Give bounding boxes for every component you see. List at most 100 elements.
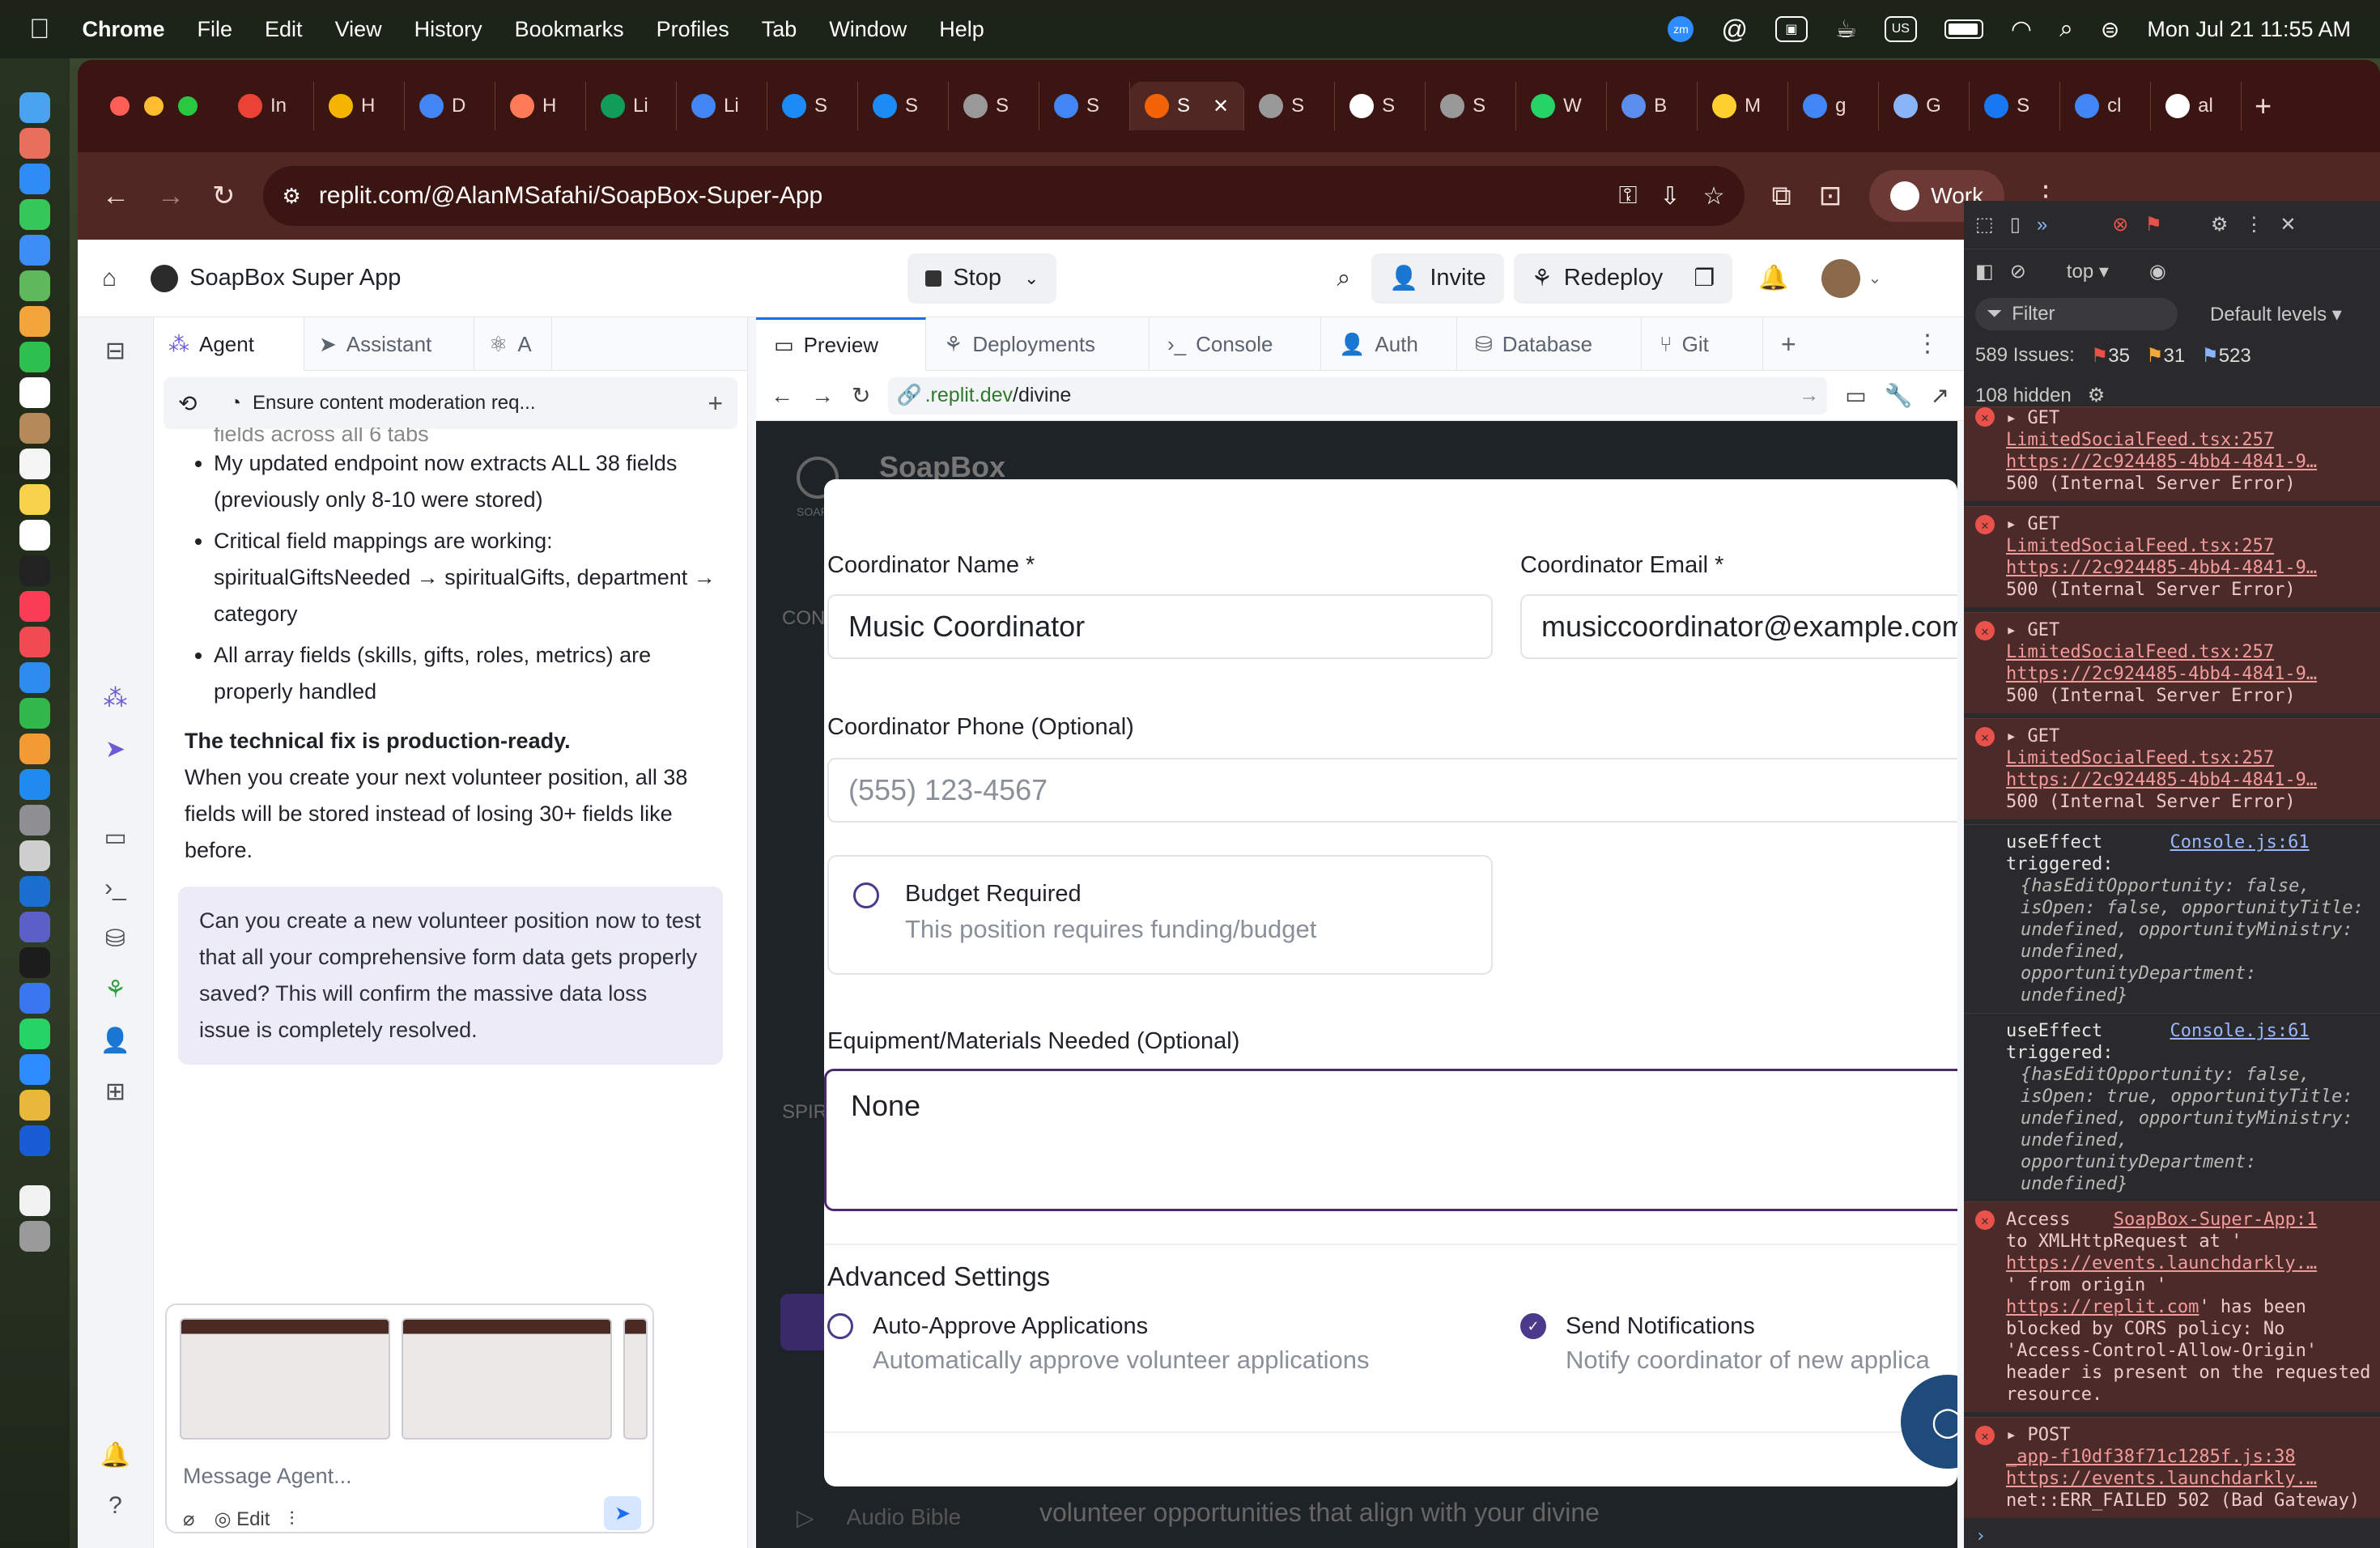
browser-tab[interactable]: S — [1426, 82, 1517, 130]
browser-tab[interactable]: S — [1970, 82, 2061, 130]
menu-bookmarks[interactable]: Bookmarks — [515, 17, 624, 42]
error-source-link[interactable]: LimitedSocialFeed.tsx:257 — [2006, 430, 2274, 450]
chrome-icon[interactable] — [19, 1090, 50, 1121]
omnibox-url[interactable]: replit.com/@AlanMSafahi/SoapBox-Super-Ap… — [319, 182, 822, 210]
browser-tab[interactable]: S — [858, 82, 949, 130]
copy-icon[interactable]: ❐ — [1694, 264, 1715, 292]
zoom-icon[interactable] — [19, 1054, 50, 1085]
browser-tab[interactable]: S — [767, 82, 858, 130]
search-icon[interactable]: ⌕ — [1337, 265, 1350, 292]
site-settings-icon[interactable]: ⚙ — [283, 184, 301, 209]
extensions-puzzle-icon[interactable]: ⧉ — [1772, 181, 1791, 212]
bookmark-star-icon[interactable]: ☆ — [1703, 182, 1725, 211]
password-key-icon[interactable]: ⚿ — [1619, 182, 1638, 211]
teams-icon[interactable] — [19, 912, 50, 942]
database-rail-icon[interactable]: ⛁ — [105, 925, 125, 953]
log-levels-select[interactable]: Default levels ▾ — [2210, 303, 2342, 326]
spotlight-search-icon[interactable]: ⌕ — [2059, 15, 2073, 43]
post-source-link[interactable]: _app-f10df38f71c1285f.js:38 — [2006, 1447, 2296, 1467]
install-app-icon[interactable]: ⇩ — [1660, 182, 1680, 211]
inspect-element-icon[interactable]: ⬚ — [1975, 213, 1994, 236]
all-tools-icon[interactable]: ⊞ — [105, 1078, 125, 1106]
console-settings-icon[interactable]: ⚙ — [2088, 384, 2106, 407]
browser-tab[interactable]: B — [1607, 82, 1698, 130]
bell-icon[interactable]: 🔔 — [1758, 264, 1788, 292]
launchpad-icon[interactable] — [19, 128, 50, 159]
wifi-icon[interactable]: ◠ — [2011, 15, 2032, 44]
add-tab-button[interactable]: + — [1763, 317, 1828, 371]
coffee-icon[interactable]: ☕ — [1835, 15, 1857, 44]
mail-icon[interactable] — [19, 235, 50, 266]
error-url-link[interactable]: https://2c924485-4bb4-4841-9… — [2006, 770, 2317, 790]
menu-view[interactable]: View — [335, 17, 382, 42]
deploy-rail-icon[interactable]: ➤ — [105, 735, 125, 763]
apple-icon[interactable]:  — [29, 14, 50, 45]
equipment-textarea[interactable]: None — [824, 1069, 1957, 1211]
help-icon[interactable]: ? — [108, 1492, 122, 1520]
deployments-rail-icon[interactable]: ⚘ — [104, 976, 126, 1004]
error-source-link[interactable]: LimitedSocialFeed.tsx:257 — [2006, 536, 2274, 556]
issues-flag-icon[interactable]: ⚑ — [2144, 213, 2162, 236]
notes-icon[interactable] — [19, 484, 50, 515]
keyboard-input-icon[interactable]: US — [1884, 16, 1917, 42]
back-button[interactable]: ← — [102, 181, 130, 212]
message-agent-input[interactable]: Message Agent... — [183, 1464, 352, 1489]
thread-title[interactable]: Ensure content moderation req... — [253, 392, 536, 415]
console-cors-error[interactable]: ✕ Access SoapBox-Super-App:1 to XMLHttpReq… — [1964, 1201, 2380, 1412]
browser-tab[interactable]: D — [405, 82, 495, 130]
avatar-chevron-icon[interactable]: ⌄ — [1868, 268, 1882, 288]
browser-tab[interactable]: S — [1244, 82, 1336, 130]
browser-tab[interactable]: al — [2151, 82, 2242, 130]
menu-file[interactable]: File — [198, 17, 233, 42]
screenshot-thumbnail[interactable] — [180, 1318, 390, 1440]
menu-help[interactable]: Help — [939, 17, 984, 42]
devtools-close-icon[interactable]: ✕ — [2280, 213, 2296, 236]
close-window-button[interactable] — [110, 96, 130, 116]
numbers-icon[interactable] — [19, 698, 50, 729]
outlook-icon[interactable] — [19, 876, 50, 907]
browser-tab[interactable]: S — [1039, 82, 1130, 130]
browser-tab[interactable]: H — [314, 82, 405, 130]
preview-url-field[interactable]: 🔗 .replit.dev/divine → — [888, 376, 1828, 415]
browser-tab[interactable]: Li — [677, 82, 767, 130]
agent-rail-icon[interactable]: ⁂ — [104, 684, 128, 712]
error-url-link[interactable]: https://2c924485-4bb4-4841-9… — [2006, 664, 2317, 684]
console-error[interactable]: ✕ ▸ GET LimitedSocialFeed.tsx:257 https://2… — [1964, 506, 2380, 607]
open-new-tab-icon[interactable]: ↗ — [1931, 382, 1949, 409]
tv-icon[interactable] — [19, 555, 50, 586]
budget-required-checkbox[interactable] — [853, 882, 879, 908]
screenshot-thumbnail[interactable] — [402, 1318, 612, 1440]
error-url-link[interactable]: https://2c924485-4bb4-4841-9… — [2006, 558, 2317, 578]
error-source-link[interactable]: LimitedSocialFeed.tsx:257 — [2006, 748, 2274, 768]
tab-console[interactable]: ›_ Console — [1150, 317, 1321, 371]
auth-rail-icon[interactable]: 👤 — [100, 1027, 130, 1055]
coordinator-email-input[interactable]: musiccoordinator@example.com — [1520, 594, 1957, 659]
coordinator-name-input[interactable]: Music Coordinator — [827, 594, 1493, 659]
device-icon[interactable]: ▭ — [1845, 382, 1866, 409]
post-url-link[interactable]: https://events.launchdarkly.… — [2006, 1469, 2317, 1489]
tab-search-icon[interactable]: ⊡ — [1819, 180, 1842, 212]
send-button[interactable]: ➤ — [604, 1496, 641, 1530]
preview-forward-icon[interactable]: → — [811, 383, 834, 409]
console-log[interactable]: useEffect Console.js:61 triggered: {hasEdi… — [1964, 824, 2380, 1013]
console-post-error[interactable]: ✕ ▸ POST _app-f10df38f71c1285f.js:38 https:… — [1964, 1417, 2380, 1518]
browser-tab[interactable]: S ✕ — [1130, 82, 1245, 130]
menu-window[interactable]: Window — [829, 17, 907, 42]
console-rail-icon[interactable]: ›_ — [104, 874, 126, 902]
onepassword-icon[interactable] — [19, 1125, 50, 1156]
battery-icon[interactable] — [1944, 19, 1983, 39]
browser-tab[interactable]: g — [1788, 82, 1880, 130]
pages-icon[interactable] — [19, 734, 50, 764]
console-error[interactable]: ✕ ▸ GET LimitedSocialFeed.tsx:257 https://2… — [1964, 612, 2380, 713]
browser-tab[interactable]: H — [495, 82, 586, 130]
facetime-icon[interactable] — [19, 342, 50, 372]
document-icon[interactable] — [19, 1185, 50, 1216]
tab-preview[interactable]: ▭ Preview — [756, 317, 926, 371]
keynote-icon[interactable] — [19, 662, 50, 693]
tab-extra[interactable]: ⚛ A — [474, 317, 552, 371]
zoom-window-button[interactable] — [178, 96, 198, 116]
log-object[interactable]: {hasEditOpportunity: false, isOpen: fals… — [2006, 875, 2372, 1006]
news-icon[interactable] — [19, 627, 50, 657]
tab-deployments[interactable]: ⚘ Deployments — [926, 317, 1150, 371]
whatsapp-icon[interactable] — [19, 1019, 50, 1049]
